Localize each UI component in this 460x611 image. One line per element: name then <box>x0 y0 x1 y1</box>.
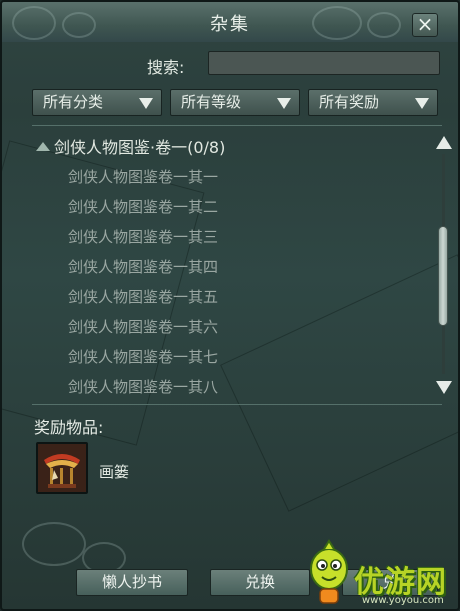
list-item[interactable]: 剑侠人物图鉴卷一其六 <box>68 316 218 337</box>
collapse-triangle-icon <box>36 142 50 151</box>
list-item[interactable]: 剑侠人物图鉴卷一其二 <box>68 196 218 217</box>
lazy-copy-button[interactable]: 懒人抄书 <box>76 569 188 596</box>
level-filter-label: 所有等级 <box>181 93 242 111</box>
reward-item-slot[interactable] <box>36 442 88 494</box>
list-item[interactable]: 剑侠人物图鉴卷一其一 <box>68 166 218 187</box>
divider <box>32 404 442 405</box>
exchange-button[interactable]: 兑换 <box>210 569 310 596</box>
reward-filter-dropdown[interactable]: 所有奖励 <box>308 89 438 116</box>
chevron-down-icon <box>277 98 291 109</box>
reward-filter-label: 所有奖励 <box>319 93 380 111</box>
scrollbar-thumb[interactable] <box>438 226 448 326</box>
list-item[interactable]: 剑侠人物图鉴卷一其四 <box>68 256 218 277</box>
quest-list: 剑侠人物图鉴·卷一(0/8) 剑侠人物图鉴卷一其一 剑侠人物图鉴卷一其二 剑侠人… <box>32 130 432 400</box>
title-bar[interactable]: 杂集 × <box>2 2 458 42</box>
collection-window: 杂集 × 搜索: 所有分类 所有等级 所有奖励 剑侠人物图鉴·卷一(0/8) 剑… <box>0 0 460 611</box>
reward-item-name: 画篓 <box>99 463 130 481</box>
divider <box>32 125 442 126</box>
chevron-down-icon <box>139 98 153 109</box>
level-filter-dropdown[interactable]: 所有等级 <box>170 89 300 116</box>
chevron-down-icon <box>415 98 429 109</box>
quest-group-header[interactable]: 剑侠人物图鉴·卷一(0/8) <box>36 134 225 158</box>
scroll-up-arrow-icon[interactable] <box>436 136 452 149</box>
scroll-down-arrow-icon[interactable] <box>436 381 452 394</box>
cloud-ornament-bottom <box>22 522 86 566</box>
watermark-url: www.yoyou.com <box>362 595 444 606</box>
search-input[interactable] <box>208 51 440 75</box>
site-watermark: 优游网 www.yoyou.com <box>302 537 458 609</box>
window-title: 杂集 <box>210 14 250 35</box>
close-button[interactable]: × <box>412 13 438 37</box>
reward-label: 奖励物品: <box>34 418 104 437</box>
search-label: 搜索: <box>147 58 185 77</box>
filter-bar: 所有分类 所有等级 所有奖励 <box>32 89 438 117</box>
quest-group-title: 剑侠人物图鉴·卷一(0/8) <box>54 138 226 157</box>
list-item[interactable]: 剑侠人物图鉴卷一其五 <box>68 286 218 307</box>
list-item[interactable]: 剑侠人物图鉴卷一其三 <box>68 226 218 247</box>
painted-basket-icon <box>38 444 86 492</box>
category-filter-dropdown[interactable]: 所有分类 <box>32 89 162 116</box>
category-filter-label: 所有分类 <box>43 93 104 111</box>
list-item[interactable]: 剑侠人物图鉴卷一其七 <box>68 346 218 367</box>
list-item[interactable]: 剑侠人物图鉴卷一其八 <box>68 376 218 397</box>
mascot-logo-icon <box>310 539 348 604</box>
